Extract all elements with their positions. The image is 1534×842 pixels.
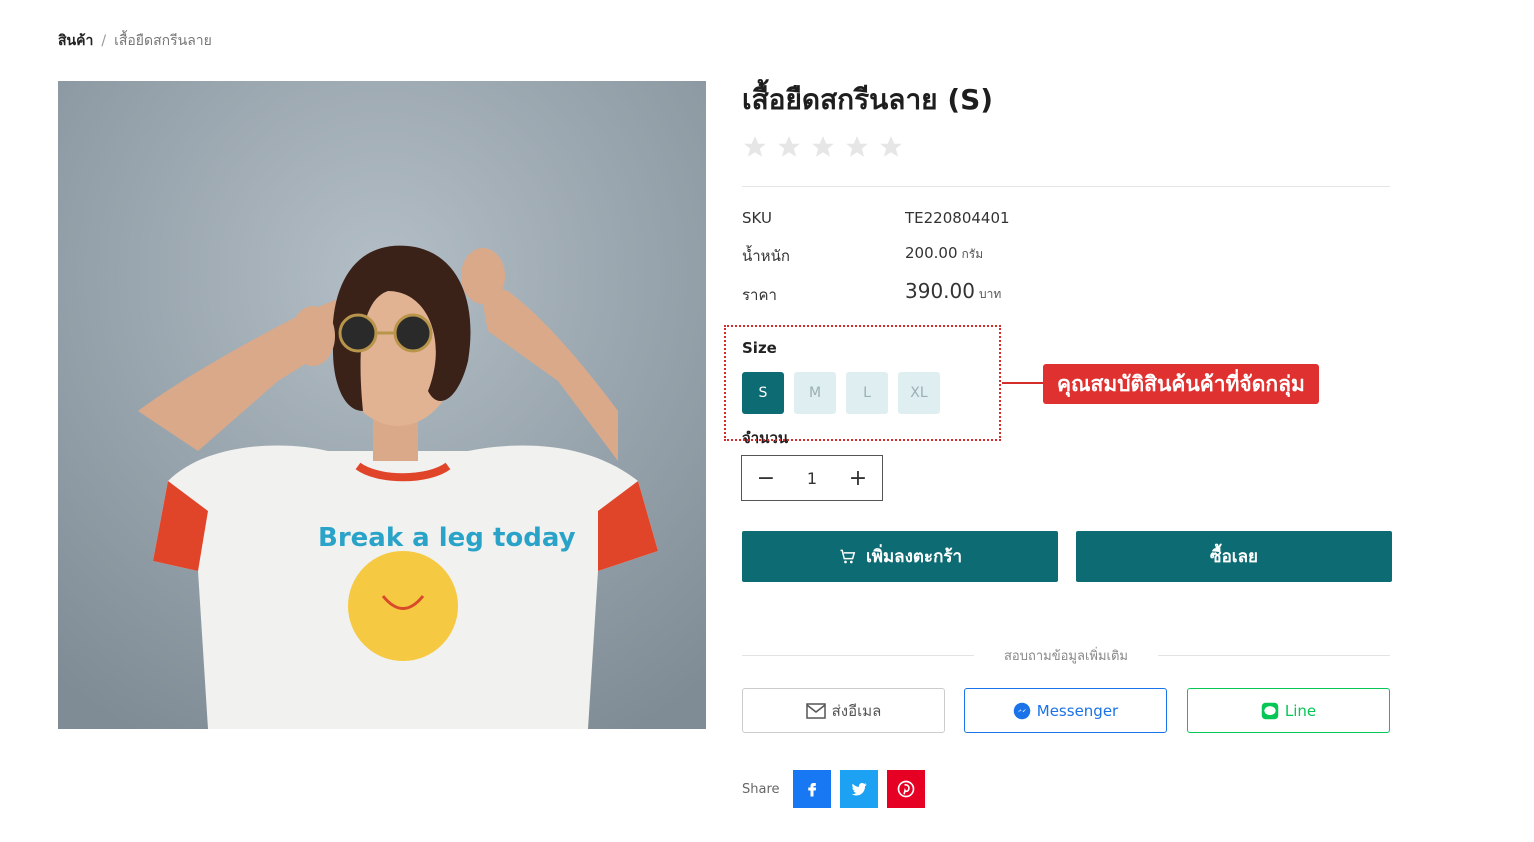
- breadcrumb-current: เสื้อยืดสกรีนลาย: [114, 33, 212, 49]
- buy-now-button[interactable]: ซื้อเลย: [1076, 531, 1392, 582]
- star-icon: [880, 136, 902, 157]
- rating-stars[interactable]: [742, 134, 904, 160]
- add-to-cart-label: เพิ่มลงตะกร้า: [865, 547, 963, 567]
- buy-now-label: ซื้อเลย: [1210, 547, 1258, 567]
- product-photo-illustration: Break a leg today: [58, 81, 706, 729]
- rating-divider: [742, 186, 1390, 187]
- star-icon: [812, 136, 834, 157]
- share-bar: Share: [742, 770, 925, 808]
- product-page: สินค้า / เสื้อยืดสกรีนลาย Break a leg to…: [0, 0, 1534, 842]
- quantity-increase-button[interactable]: +: [834, 456, 882, 500]
- twitter-icon: [851, 782, 867, 796]
- inquiry-heading: สอบถามข้อมูลเพิ่มเติม: [1004, 648, 1129, 664]
- line-button[interactable]: Line: [1187, 688, 1390, 733]
- pinterest-share-button[interactable]: [886, 770, 925, 808]
- add-to-cart-button[interactable]: เพิ่มลงตะกร้า: [742, 531, 1058, 582]
- price-value: 390.00 บาท: [905, 279, 1001, 304]
- pinterest-icon: [897, 780, 914, 798]
- price-label: ราคา: [742, 286, 777, 304]
- line-button-label: Line: [1284, 701, 1317, 720]
- messenger-button[interactable]: Messenger: [964, 688, 1167, 733]
- annotation-highlight-box: [724, 325, 1001, 441]
- cart-icon: [840, 549, 856, 563]
- product-image[interactable]: Break a leg today: [58, 81, 706, 729]
- product-title: เสื้อยืดสกรีนลาย (S): [742, 83, 994, 116]
- breadcrumb-products-link[interactable]: สินค้า: [58, 30, 93, 52]
- weight-value: 200.00 กรัม: [905, 244, 983, 264]
- line-icon: [1261, 702, 1279, 719]
- star-icon: [846, 136, 868, 157]
- share-label: Share: [742, 781, 780, 797]
- quantity-input[interactable]: [790, 467, 834, 489]
- annotation-label: คุณสมบัติสินค้นค้าที่จัดกลุ่ม: [1043, 364, 1319, 404]
- star-icon: [778, 136, 800, 157]
- quantity-decrease-button[interactable]: −: [742, 456, 790, 500]
- twitter-share-button[interactable]: [839, 770, 878, 808]
- svg-text:Break a leg today: Break a leg today: [318, 523, 576, 553]
- envelope-icon: [805, 702, 826, 719]
- email-button[interactable]: ส่งอีเมล: [742, 688, 945, 733]
- sku-value-text: TE220804401: [905, 209, 1010, 227]
- inquiry-divider: สอบถามข้อมูลเพิ่มเติม: [742, 645, 1391, 665]
- price-unit: บาท: [978, 287, 1002, 301]
- breadcrumb-separator: /: [101, 33, 107, 49]
- breadcrumb: สินค้า / เสื้อยืดสกรีนลาย: [58, 30, 212, 52]
- facebook-share-button[interactable]: [792, 770, 831, 808]
- weight-label: น้ำหนัก: [742, 247, 790, 265]
- messenger-icon: [1013, 702, 1031, 719]
- price-value-text: 390.00: [905, 279, 975, 303]
- facebook-icon: [807, 783, 816, 797]
- sku-value: TE220804401: [905, 209, 1010, 227]
- inquiry-line-right: [1158, 654, 1391, 656]
- inquiry-line-left: [742, 654, 974, 656]
- quantity-stepper: − +: [741, 455, 883, 501]
- weight-value-text: 200.00: [905, 244, 958, 262]
- sku-label: SKU: [742, 209, 772, 227]
- star-icon: [744, 136, 766, 157]
- annotation-connector: [1002, 382, 1044, 384]
- messenger-button-label: Messenger: [1036, 701, 1119, 720]
- email-button-label: ส่งอีเมล: [831, 701, 882, 720]
- weight-unit: กรัม: [961, 247, 984, 261]
